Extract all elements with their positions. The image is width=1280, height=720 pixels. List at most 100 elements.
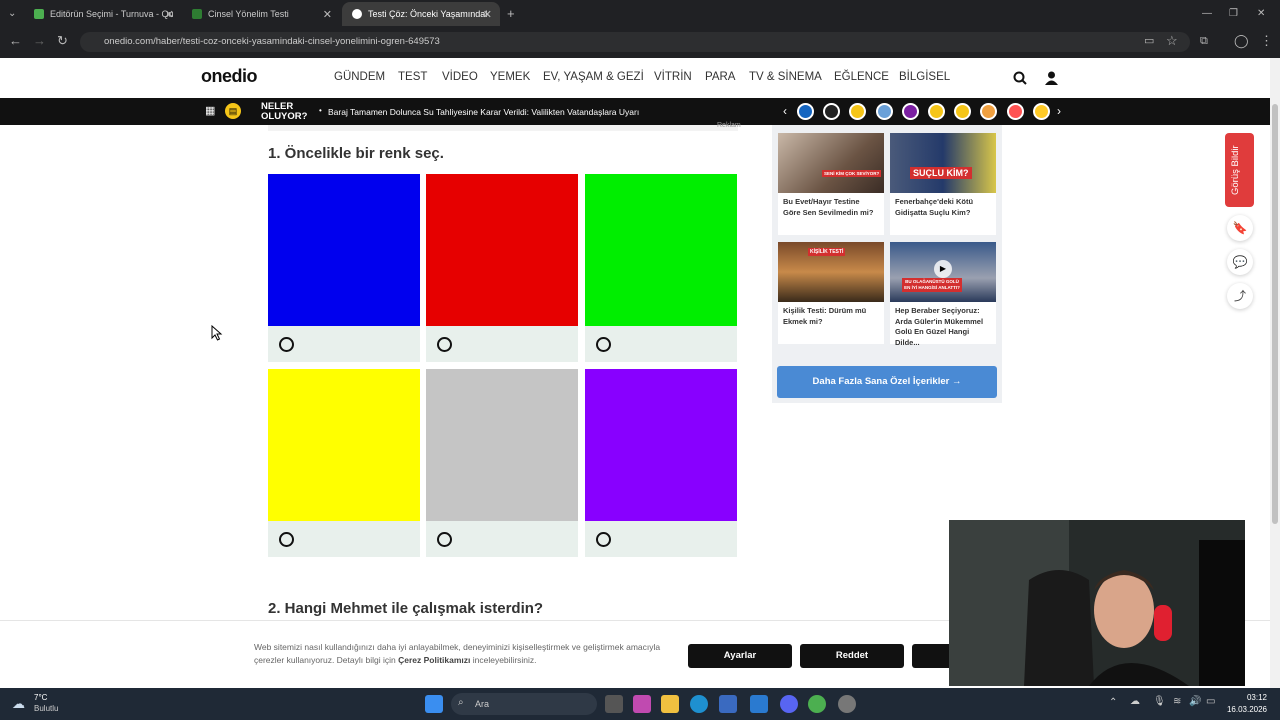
microphone-icon[interactable]: 🎙 bbox=[1153, 696, 1166, 707]
comments-icon[interactable]: 💬 bbox=[1227, 249, 1253, 275]
url-text: onedio.com/haber/testi-coz-onceki-yasami… bbox=[104, 36, 440, 47]
close-tab-icon[interactable]: ✕ bbox=[165, 8, 174, 21]
color-swatch bbox=[585, 369, 737, 521]
app-icon[interactable] bbox=[633, 695, 651, 713]
tab-search-icon[interactable]: ⌄ bbox=[8, 6, 16, 22]
cookie-reject-button[interactable]: Reddet bbox=[800, 644, 904, 668]
story-avatar[interactable] bbox=[797, 103, 814, 120]
radio-button[interactable] bbox=[437, 532, 452, 547]
task-view-icon[interactable] bbox=[605, 695, 623, 713]
start-icon[interactable] bbox=[425, 695, 443, 713]
menu-dots-icon[interactable]: ⋮ bbox=[1260, 33, 1273, 49]
menu-bilgisel[interactable]: BİLGİSEL bbox=[899, 71, 950, 83]
color-option-red[interactable] bbox=[426, 174, 578, 362]
extensions-icon[interactable]: ⧉ bbox=[1200, 33, 1208, 49]
menu-eglence[interactable]: EĞLENCE bbox=[834, 71, 889, 83]
taskbar-search-label: Ara bbox=[475, 699, 490, 709]
cookie-text: Web sitemizi nasıl kullandığınızı daha i… bbox=[254, 641, 674, 667]
recommendation-card[interactable]: BU OLAĞANÜSTÜ GOLÜ EN İYİ HANGİSİ ANLATT… bbox=[890, 242, 996, 347]
menu-test[interactable]: TEST bbox=[398, 71, 427, 83]
minimize-icon[interactable]: — bbox=[1202, 6, 1212, 22]
radio-button[interactable] bbox=[596, 532, 611, 547]
recommendation-card[interactable]: SENİ KİM ÇOK SEVİYOR? Bu Evet/Hayır Test… bbox=[778, 133, 884, 235]
menu-tv-sinema[interactable]: TV & SİNEMA bbox=[749, 71, 822, 83]
close-tab-icon[interactable]: ✕ bbox=[323, 8, 332, 21]
weather-desc[interactable]: Bulutlu bbox=[34, 704, 58, 713]
profile-icon[interactable]: ◯ bbox=[1234, 33, 1249, 49]
radio-button[interactable] bbox=[596, 337, 611, 352]
menu-para[interactable]: PARA bbox=[705, 71, 735, 83]
cast-icon[interactable]: ▭ bbox=[1144, 33, 1154, 49]
menu-vitrin[interactable]: VİTRİN bbox=[654, 71, 692, 83]
neler-oluyor-label[interactable]: NELER OLUYOR? bbox=[261, 102, 307, 122]
menu-gundem[interactable]: GÜNDEM bbox=[334, 71, 385, 83]
site-logo[interactable]: onedio bbox=[201, 66, 258, 87]
tab-active-test[interactable]: Testi Çöz: Önceki Yaşamındaki C ✕ bbox=[342, 2, 500, 26]
color-option-blue[interactable] bbox=[268, 174, 420, 362]
taskbar-search[interactable]: Ara bbox=[451, 693, 597, 715]
share-icon[interactable]: ⤴ bbox=[1227, 283, 1253, 309]
story-avatar[interactable] bbox=[875, 103, 893, 120]
wifi-icon[interactable]: ≋ bbox=[1173, 696, 1181, 707]
restore-icon[interactable]: ❐ bbox=[1229, 6, 1238, 22]
scrollbar-thumb[interactable] bbox=[1272, 104, 1278, 524]
story-next-icon[interactable]: › bbox=[1057, 104, 1061, 118]
edge-icon[interactable] bbox=[690, 695, 708, 713]
battery-icon[interactable]: ▭ bbox=[1206, 696, 1215, 707]
recommendation-card[interactable]: KİŞİLİK TESTİ Kişilik Testi: Dürüm mü Ek… bbox=[778, 242, 884, 344]
close-tab-icon[interactable]: ✕ bbox=[483, 8, 492, 21]
radio-button[interactable] bbox=[279, 337, 294, 352]
more-content-button[interactable]: Daha Fazla Sana Özel İçerikler → bbox=[777, 366, 997, 398]
reload-icon[interactable]: ↻ bbox=[57, 33, 68, 49]
tab-cinsel-yonelim[interactable]: Cinsel Yönelim Testi ✕ bbox=[182, 4, 340, 24]
grid-icon[interactable]: ▦ bbox=[205, 104, 215, 117]
recommendation-sidebar: SENİ KİM ÇOK SEVİYOR? Bu Evet/Hayır Test… bbox=[772, 125, 1002, 403]
story-avatar[interactable] bbox=[928, 103, 945, 120]
color-swatch bbox=[585, 174, 737, 326]
discord-icon[interactable] bbox=[780, 695, 798, 713]
cookie-settings-button[interactable]: Ayarlar bbox=[688, 644, 792, 668]
close-window-icon[interactable]: ✕ bbox=[1257, 6, 1265, 22]
story-avatar[interactable] bbox=[901, 103, 919, 120]
user-icon[interactable] bbox=[1045, 71, 1058, 85]
menu-video[interactable]: VİDEO bbox=[442, 71, 478, 83]
radio-button[interactable] bbox=[437, 337, 452, 352]
file-explorer-icon[interactable] bbox=[661, 695, 679, 713]
news-ticker[interactable]: Baraj Tamamen Dolunca Su Tahliyesine Kar… bbox=[328, 107, 639, 117]
app-icon[interactable] bbox=[838, 695, 856, 713]
mail-icon[interactable] bbox=[750, 695, 768, 713]
chrome-icon[interactable] bbox=[808, 695, 826, 713]
color-option-green[interactable] bbox=[585, 174, 737, 362]
forward-icon[interactable]: → bbox=[33, 33, 46, 49]
volume-icon[interactable]: 🔊 bbox=[1189, 696, 1201, 707]
feedback-button[interactable]: Görüş Bildir bbox=[1225, 133, 1254, 207]
tray-chevron-icon[interactable]: ⌃ bbox=[1109, 697, 1117, 708]
bookmark-star-icon[interactable]: ☆ bbox=[1166, 33, 1178, 49]
color-option-yellow[interactable] bbox=[268, 369, 420, 557]
story-avatar[interactable] bbox=[1006, 103, 1024, 120]
clock-time[interactable]: 03:12 bbox=[1229, 693, 1267, 702]
radio-button[interactable] bbox=[279, 532, 294, 547]
color-option-gray[interactable] bbox=[426, 369, 578, 557]
thumb-overlay-text: SUÇLU KİM? bbox=[910, 167, 972, 179]
color-option-purple[interactable] bbox=[585, 369, 737, 557]
new-tab-icon[interactable]: + bbox=[507, 6, 515, 22]
bullet-dot: • bbox=[319, 106, 322, 115]
back-icon[interactable]: ← bbox=[9, 33, 22, 49]
menu-ev-yasam-gezi[interactable]: EV, YAŞAM & GEZİ bbox=[543, 71, 644, 83]
story-prev-icon[interactable]: ‹ bbox=[783, 104, 787, 118]
clock-date[interactable]: 16.03.2026 bbox=[1225, 705, 1267, 714]
bookmark-icon[interactable]: 🔖 bbox=[1227, 215, 1253, 241]
menu-yemek[interactable]: YEMEK bbox=[490, 71, 530, 83]
recommendation-card[interactable]: SUÇLU KİM? Fenerbahçe'deki Kötü Gidişatt… bbox=[890, 133, 996, 235]
address-bar[interactable]: onedio.com/haber/testi-coz-onceki-yasami… bbox=[80, 32, 1190, 52]
card-title: Hep Beraber Seçiyoruz: Arda Güler'in Mük… bbox=[895, 306, 984, 347]
search-icon[interactable] bbox=[1013, 71, 1027, 85]
weather-temp[interactable]: 7°C bbox=[34, 693, 47, 702]
cookie-policy-link[interactable]: Çerez Politikamızı bbox=[398, 655, 470, 665]
story-avatar[interactable] bbox=[1032, 103, 1050, 120]
card-title: Bu Evet/Hayır Testine Göre Sen Sevilmedi… bbox=[783, 197, 874, 217]
tray-app-icon[interactable]: ☁ bbox=[1130, 696, 1140, 707]
tab-editors-choice[interactable]: Editörün Seçimi - Turnuva - Qu ✕ bbox=[24, 4, 182, 24]
store-icon[interactable] bbox=[719, 695, 737, 713]
